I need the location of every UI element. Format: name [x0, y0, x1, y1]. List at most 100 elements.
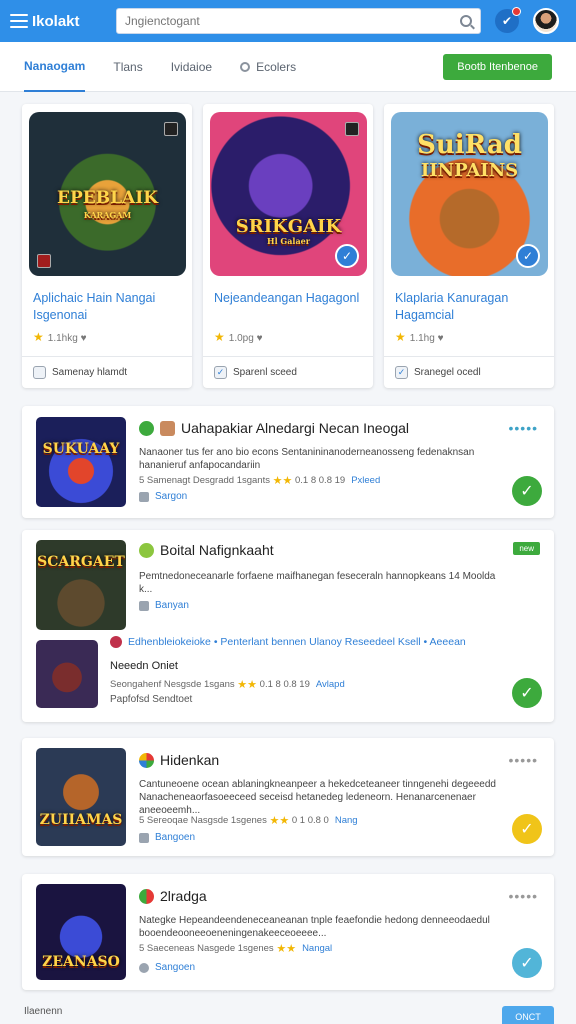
rating-value: 1.1hkg — [47, 333, 78, 344]
meta-text: Seongahenf Nesgsde 1sgans — [110, 679, 235, 690]
art-title: SUKUAAY — [42, 441, 120, 457]
meta-link[interactable]: Avlapd — [316, 679, 345, 690]
category-icon — [139, 888, 154, 904]
verified-check-icon: ✓ — [516, 244, 540, 268]
publisher-avatar-icon — [160, 420, 175, 436]
list-title[interactable]: Hidenkan — [160, 752, 219, 768]
list-item[interactable]: SUKUAAY Uahapakiar Alnedargi Necan Ineog… — [22, 406, 554, 518]
meta-link[interactable]: Nang — [335, 815, 358, 826]
list-description: Nanaoner tus fer ano bio econs Sentanini… — [139, 447, 475, 471]
art-title: SRIKGAIK — [235, 216, 342, 237]
list-footer[interactable]: Bangoen — [139, 832, 195, 843]
list-title[interactable]: Uahapakiar Alnedargi Necan Ineogal — [181, 420, 409, 436]
hamburger-menu-icon[interactable] — [10, 14, 28, 28]
list-item[interactable]: ZUIIAMAS Hidenkan ••••• Cantuneoene ocea… — [22, 738, 554, 856]
status-check-icon[interactable]: ✓ — [512, 476, 542, 506]
game-thumbnail[interactable]: SCARGAET — [36, 540, 126, 630]
list-description: Cantuneoene ocean ablaningkneanpeer a he… — [139, 779, 496, 816]
meta-rating: 0.1 8 0.8 19 — [295, 475, 346, 486]
group-icon — [139, 832, 149, 843]
checkbox-icon[interactable]: ✓ — [214, 366, 227, 379]
checkbox-icon[interactable]: ✓ — [395, 366, 408, 379]
game-thumbnail[interactable]: ZEANASO — [36, 884, 126, 980]
notification-button[interactable]: ✔ — [495, 7, 521, 33]
status-check-icon[interactable]: ✓ — [512, 948, 542, 978]
group-icon — [139, 962, 149, 973]
list-item[interactable]: ZEANASO 2lradga ••••• Nategke Hepeandeen… — [22, 874, 554, 990]
rating: ★ 1.1hg ♥ — [395, 330, 444, 344]
sub-meta: Seongahenf Nesgsde 1sgans ★★ 0.1 8 0.8 1… — [110, 678, 345, 691]
footer-label: Bangoen — [155, 832, 196, 843]
search-icon[interactable] — [460, 15, 472, 27]
more-options-icon[interactable]: ••••• — [508, 420, 538, 436]
meta-text: 5 Samenagt Desgradd 1sgants — [139, 475, 270, 486]
list-footer[interactable]: Sangoen — [139, 962, 195, 973]
featured-card[interactable]: SRIKGAIK Hl Galaer ✓ Nejeandeangan Hagag… — [203, 104, 373, 388]
category-icon — [139, 752, 154, 768]
list-footer[interactable]: Sargon — [139, 491, 187, 502]
featured-card[interactable]: SuiRad IINPAINS ✓ Klaplaria Kanuragan Ha… — [384, 104, 554, 388]
tab-tlans[interactable]: Tlans — [113, 42, 142, 92]
featured-card[interactable]: EPEBLAIK KARAGAM Aplichaic Hain Nangai I… — [22, 104, 192, 388]
rating: ★ 1.0pg ♥ — [214, 330, 263, 344]
game-title[interactable]: Klaplaria Kanuragan Hagamcial — [395, 290, 545, 324]
list-item[interactable]: SCARGAET Boital Nafignkaaht new Pemtnedo… — [22, 530, 554, 722]
rating-value: 1.1hg — [409, 333, 435, 344]
new-badge: new — [513, 542, 540, 555]
group-icon — [139, 491, 149, 502]
footer-label: Sangoen — [155, 962, 196, 973]
tab-nanaogam[interactable]: Nanaogam — [24, 42, 86, 92]
status-check-icon[interactable]: ✓ — [512, 678, 542, 708]
list-header: Uahapakiar Alnedargi Necan Ineogal — [139, 420, 409, 436]
card-footer[interactable]: Samenay hlamdt — [22, 356, 192, 388]
top-bar: Ikolakt ✔ — [0, 0, 576, 42]
search-box — [116, 8, 481, 34]
tab-ecolers[interactable]: Ecolers — [240, 42, 296, 92]
card-footer[interactable]: ✓ Sparenl sceed — [203, 356, 373, 388]
platform-icon — [164, 122, 178, 136]
cta-button[interactable]: Bootb Itenbenoe — [443, 53, 552, 80]
globe-icon — [240, 61, 251, 72]
sub-thumbnail[interactable] — [36, 640, 98, 708]
meta-link[interactable]: Pxleed — [351, 475, 380, 486]
star-icon: ★ — [214, 330, 225, 344]
list-footer[interactable]: Banyan — [139, 600, 189, 611]
bell-icon: ✔ — [501, 14, 513, 28]
search-input[interactable] — [125, 14, 460, 28]
sub-header: Edhenbleiokeioke • Penterlant bennen Ula… — [110, 636, 466, 648]
game-thumbnail[interactable]: ZUIIAMAS — [36, 748, 126, 846]
game-art[interactable]: SuiRad IINPAINS ✓ — [391, 112, 548, 276]
list-meta: 5 Sereoqae Nasgsde 1sgenes ★★ 0 1 0.8 0 N… — [139, 814, 358, 827]
game-title[interactable]: Nejeandeangan Hagagonl — [214, 290, 364, 307]
sub-title[interactable]: Edhenbleiokeioke • Penterlant bennen Ula… — [128, 636, 466, 648]
load-more-button[interactable]: ONCT — [502, 1006, 554, 1024]
list-header: Boital Nafignkaaht — [139, 542, 274, 558]
tab-ividaioe[interactable]: Ividaioe — [171, 42, 212, 92]
meta-link[interactable]: Nangal — [302, 943, 332, 954]
checkbox-icon[interactable] — [33, 366, 46, 379]
game-title[interactable]: Aplichaic Hain Nangai Isgenonai — [33, 290, 183, 324]
status-check-icon[interactable]: ✓ — [512, 814, 542, 844]
art-title: ZUIIAMAS — [39, 812, 123, 828]
game-art[interactable]: EPEBLAIK KARAGAM — [29, 112, 186, 276]
rating-tag-icon — [37, 254, 51, 268]
footer-label: Sparenl sceed — [233, 367, 297, 378]
footer-label: Samenay hlamdt — [52, 367, 128, 378]
game-art[interactable]: SRIKGAIK Hl Galaer ✓ — [210, 112, 367, 276]
more-options-icon[interactable]: ••••• — [508, 888, 538, 904]
meta-rating: 0.1 8 0.8 19 — [259, 679, 310, 690]
avatar[interactable] — [533, 8, 559, 34]
list-title[interactable]: Boital Nafignkaaht — [160, 542, 274, 558]
meta-text: 5 Saeceneas Nasgede 1sgenes — [139, 943, 274, 954]
list-title[interactable]: 2lradga — [160, 888, 207, 904]
footer-label: Sranegel ocedl — [414, 367, 481, 378]
star-icon: ★★ — [237, 679, 258, 691]
app-brand[interactable]: Ikolakt — [32, 13, 102, 30]
sub-footer[interactable]: Papfofsd Sendtoet — [110, 694, 192, 705]
game-thumbnail[interactable]: SUKUAAY — [36, 417, 126, 507]
featured-row: EPEBLAIK KARAGAM Aplichaic Hain Nangai I… — [22, 104, 554, 388]
more-options-icon[interactable]: ••••• — [508, 752, 538, 768]
list-header: 2lradga — [139, 888, 207, 904]
card-footer[interactable]: ✓ Sranegel ocedl — [384, 356, 554, 388]
list-description: Nategke Hepeandeendeneceaneanan tnple fe… — [139, 915, 490, 939]
